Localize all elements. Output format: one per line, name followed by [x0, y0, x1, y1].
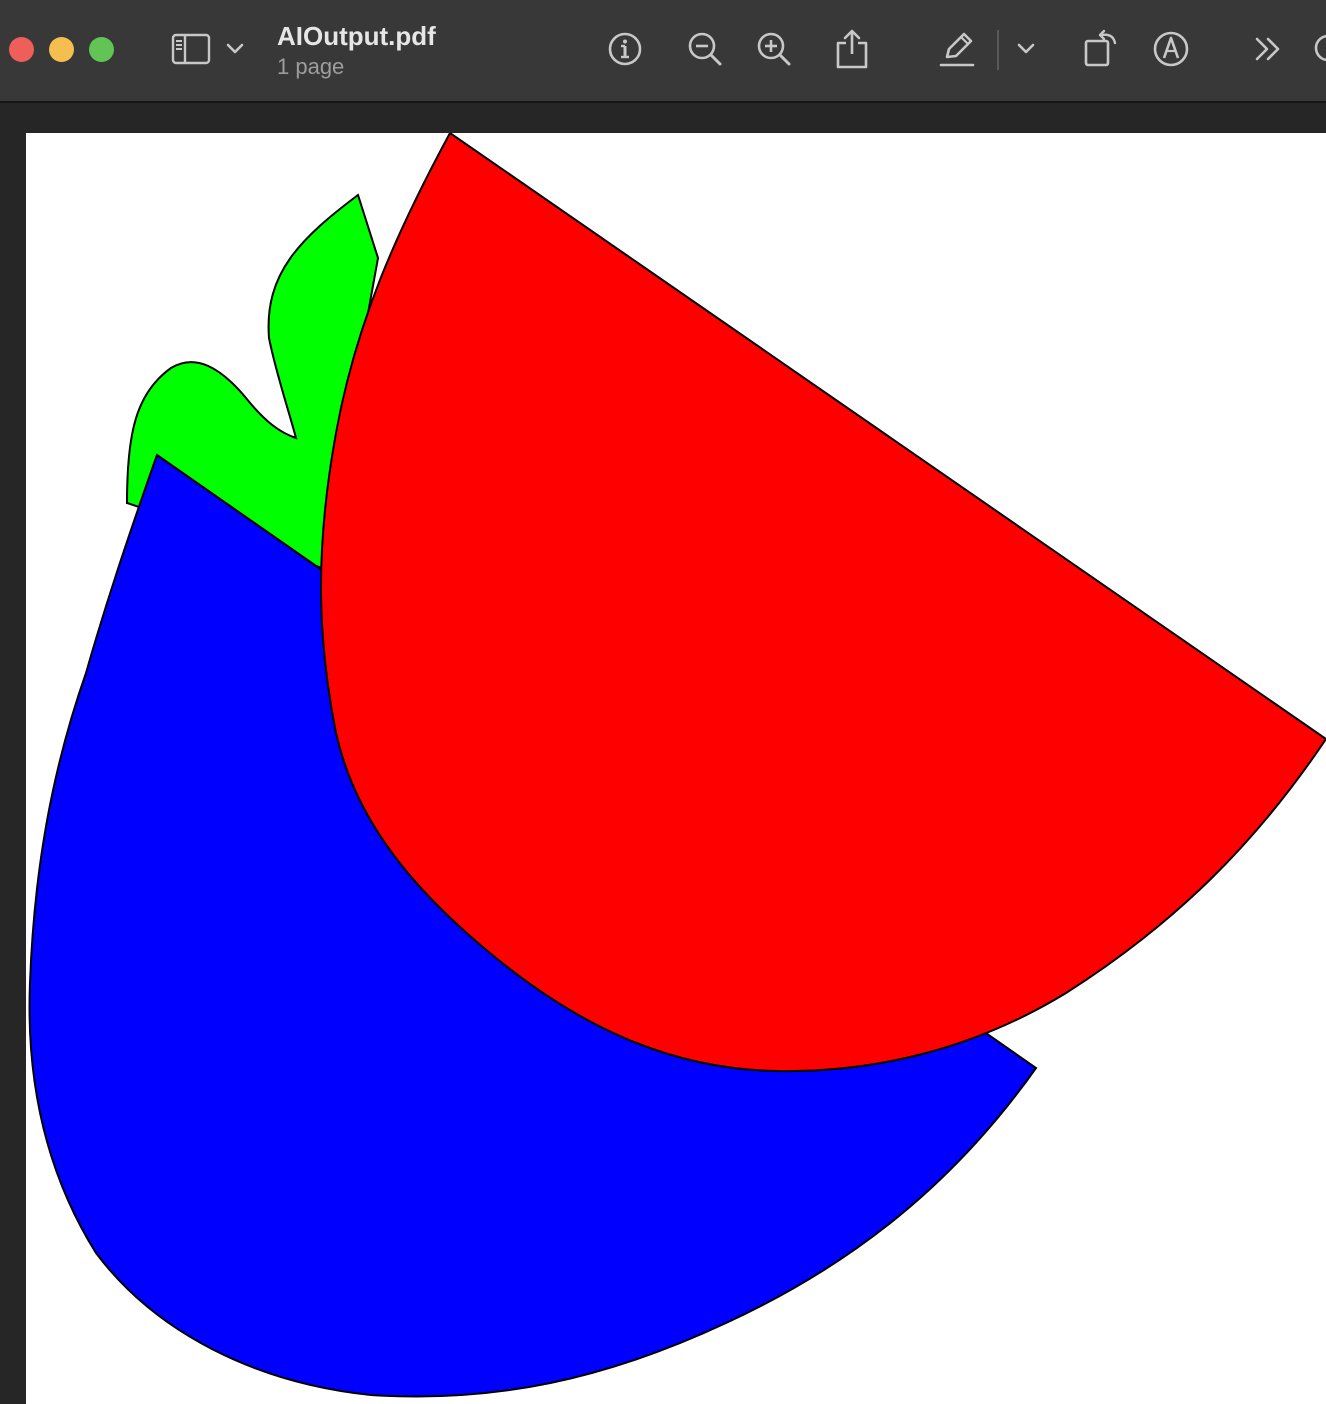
document-title: AIOutput.pdf — [277, 21, 436, 51]
preview-window: AIOutput.pdf 1 page — [0, 0, 1326, 1404]
pdf-page — [26, 133, 1326, 1404]
toolbar: AIOutput.pdf 1 page — [0, 0, 1326, 103]
markup-pen-icon — [937, 29, 977, 69]
zoom-window-button[interactable] — [89, 37, 114, 62]
share-button[interactable] — [829, 26, 875, 72]
close-window-button[interactable] — [9, 37, 34, 62]
sidebar-toggle-button[interactable] — [168, 26, 214, 72]
zoom-out-button[interactable] — [682, 26, 728, 72]
sidebar-options-button[interactable] — [214, 26, 256, 72]
zoom-in-button[interactable] — [751, 26, 797, 72]
markup-toolbar-button[interactable] — [1148, 26, 1194, 72]
sidebar-icon — [171, 33, 211, 65]
zoom-in-icon — [755, 30, 793, 68]
zoom-out-icon — [686, 30, 724, 68]
highlight-options-button[interactable] — [1005, 26, 1047, 72]
red-shape — [320, 133, 1326, 1073]
more-button[interactable] — [1245, 26, 1291, 72]
chevron-down-icon — [1017, 43, 1035, 55]
rotate-icon — [1081, 29, 1121, 69]
info-button[interactable] — [602, 26, 648, 72]
chevron-down-icon — [226, 43, 244, 55]
document-view[interactable] — [0, 103, 1326, 1404]
search-icon — [1304, 30, 1326, 68]
rotate-button[interactable] — [1078, 26, 1124, 72]
more-icon — [1253, 35, 1283, 63]
minimize-window-button[interactable] — [49, 37, 74, 62]
highlight-button[interactable] — [934, 26, 980, 72]
page-count: 1 page — [277, 54, 345, 79]
page-drawing — [28, 133, 1326, 1398]
toolbar-divider — [997, 30, 999, 70]
info-icon — [607, 31, 643, 67]
search-button[interactable] — [1304, 26, 1326, 72]
annotate-icon — [1152, 30, 1190, 68]
share-icon — [835, 28, 869, 70]
